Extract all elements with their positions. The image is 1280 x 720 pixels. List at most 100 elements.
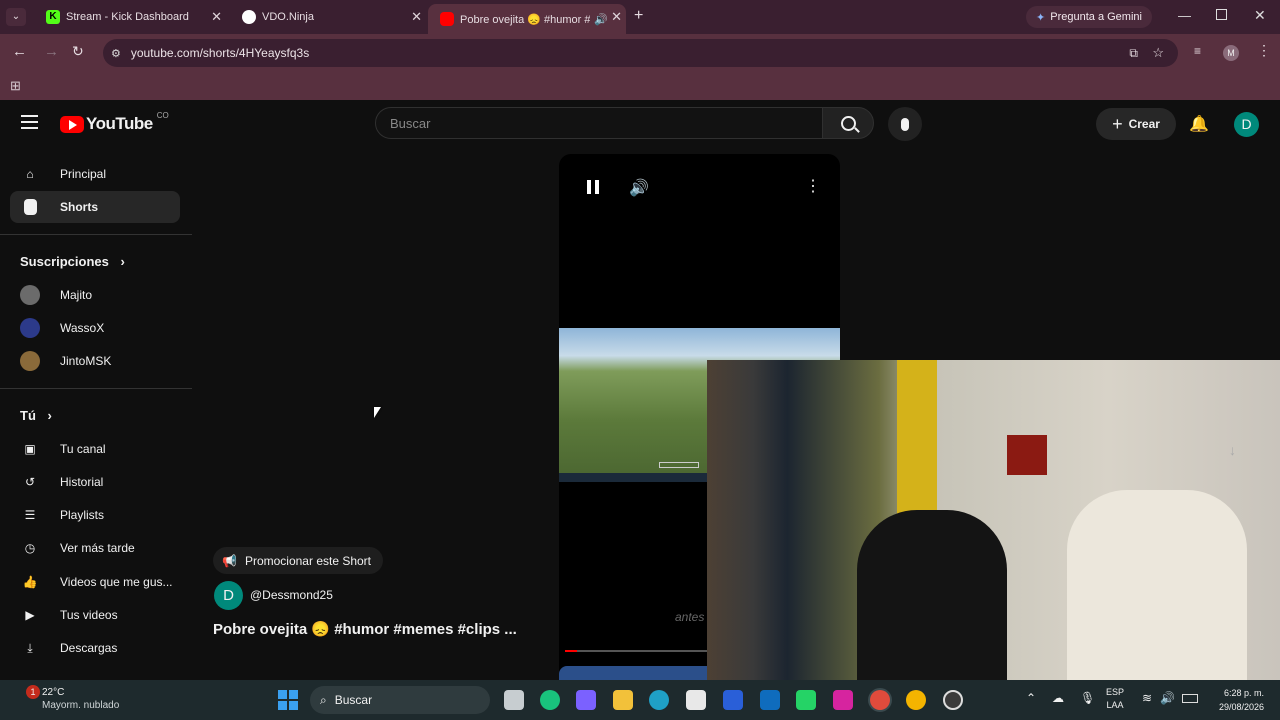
- create-button[interactable]: + Crear: [1096, 108, 1176, 140]
- sidebar-item-principal[interactable]: ⌂ Principal: [10, 158, 180, 190]
- install-app-icon[interactable]: ⧉: [1129, 46, 1138, 61]
- wifi-icon[interactable]: ≋: [1142, 691, 1152, 705]
- app-icon[interactable]: [723, 690, 743, 710]
- task-view-icon[interactable]: [504, 690, 524, 710]
- address-bar[interactable]: ⚙ youtube.com/shorts/4HYeaysfq3s ⧉ ☆: [103, 39, 1178, 67]
- divider: [0, 234, 192, 235]
- subscription-majito[interactable]: Majito: [10, 279, 180, 311]
- copilot-icon[interactable]: [576, 690, 596, 710]
- reading-list-icon[interactable]: ≡: [1194, 44, 1201, 58]
- hamburger-menu-icon[interactable]: [21, 115, 38, 129]
- sidebar-item-descargas[interactable]: ⤓ Descargas: [10, 632, 180, 664]
- sidebar-item-label: Shorts: [60, 200, 99, 214]
- chrome-icon[interactable]: [870, 690, 890, 710]
- speaker-icon[interactable]: 🔊: [594, 13, 608, 26]
- channel-avatar[interactable]: D: [214, 581, 243, 610]
- tab-vdo-ninja[interactable]: VDO.Ninja ✕: [230, 4, 426, 30]
- back-icon[interactable]: ←: [12, 43, 27, 60]
- store-icon[interactable]: [686, 690, 706, 710]
- more-options-icon[interactable]: ⋮: [805, 176, 821, 196]
- you-heading[interactable]: Tú ›: [20, 408, 52, 423]
- microphone-tray-icon[interactable]: 🎙: [1080, 691, 1095, 705]
- apps-grid-icon[interactable]: ⊞: [10, 78, 21, 94]
- weather-widget[interactable]: 1 22°C Mayorm. nublado: [20, 685, 160, 715]
- avatar: [20, 351, 40, 371]
- show-hidden-icons-icon[interactable]: ⌃: [1026, 691, 1036, 705]
- youtube-header: YouTube CO Buscar + Crear 🔔 D: [0, 100, 1280, 150]
- whatsapp-icon[interactable]: [796, 690, 816, 710]
- sidebar-item-historial[interactable]: ↺ Historial: [10, 466, 180, 498]
- gemini-label: Pregunta a Gemini: [1050, 11, 1142, 23]
- video-overlay-text: antes: [675, 610, 705, 624]
- battery-icon[interactable]: [1182, 694, 1198, 703]
- pause-icon[interactable]: [587, 180, 599, 194]
- close-window-icon[interactable]: ✕: [1254, 7, 1266, 24]
- site-info-icon[interactable]: ⚙: [111, 47, 121, 60]
- forward-icon[interactable]: →: [44, 43, 59, 60]
- lang-top: ESP: [1106, 687, 1125, 697]
- gemini-button[interactable]: ✦ Pregunta a Gemini: [1026, 6, 1152, 28]
- vdo-ninja-icon: [242, 10, 256, 24]
- start-button[interactable]: [278, 690, 298, 710]
- tab-youtube-short[interactable]: Pobre ovejita 😞 #humor # 🔊 ✕: [428, 4, 626, 34]
- volume-tray-icon[interactable]: 🔊: [1160, 691, 1175, 705]
- outlook-icon[interactable]: [760, 690, 780, 710]
- shorts-icon: [20, 197, 40, 217]
- promote-label: Promocionar este Short: [244, 553, 372, 568]
- heading-text: Suscripciones: [20, 254, 109, 269]
- tab-kick-dashboard[interactable]: K Stream - Kick Dashboard ✕: [34, 4, 226, 30]
- subscriptions-heading[interactable]: Suscripciones ›: [20, 254, 125, 269]
- youtube-logo[interactable]: YouTube CO: [60, 111, 169, 134]
- search-input[interactable]: Buscar: [375, 107, 823, 139]
- chatgpt-app-icon[interactable]: [540, 690, 560, 710]
- sidebar-item-videos-me-gustan[interactable]: 👍 Videos que me gus...: [10, 566, 180, 598]
- channel-handle[interactable]: @Dessmond25: [250, 588, 333, 602]
- sidebar-item-playlists[interactable]: ☰ Playlists: [10, 499, 180, 531]
- instagram-icon[interactable]: [833, 690, 853, 710]
- sidebar-item-shorts[interactable]: Shorts: [10, 191, 180, 223]
- youtube-play-logo-icon: [60, 115, 84, 133]
- tab-search-button[interactable]: ⌄: [6, 8, 26, 26]
- tab-title: VDO.Ninja: [262, 11, 314, 23]
- edge-icon[interactable]: [649, 690, 669, 710]
- gemini-star-icon: ✦: [1036, 11, 1046, 24]
- minimize-window-icon[interactable]: —: [1178, 8, 1191, 23]
- sidebar-item-tu-canal[interactable]: ▣ Tu canal: [10, 433, 180, 465]
- sidebar-item-label: Ver más tarde: [60, 541, 135, 555]
- bookmark-star-icon[interactable]: ☆: [1152, 45, 1164, 61]
- chrome-profile-icon[interactable]: [906, 690, 926, 710]
- browser-menu-icon[interactable]: ⋮: [1257, 42, 1271, 59]
- voice-search-button[interactable]: [888, 107, 922, 141]
- notifications-bell-icon[interactable]: 🔔: [1189, 114, 1209, 134]
- sidebar-item-ver-mas-tarde[interactable]: ◷ Ver más tarde: [10, 532, 180, 564]
- subscription-label: Majito: [60, 288, 93, 302]
- account-avatar[interactable]: D: [1234, 112, 1259, 137]
- clock[interactable]: 6:28 p. m. 29/08/2026: [1208, 686, 1264, 714]
- sidebar-item-tus-videos[interactable]: ▶ Tus videos: [10, 599, 180, 631]
- volume-icon[interactable]: 🔊: [629, 178, 649, 198]
- scroll-down-icon[interactable]: ↓: [1229, 442, 1236, 458]
- progress-bar[interactable]: [565, 650, 713, 652]
- short-title: Pobre ovejita 😞 #humor #memes #clips ...: [213, 621, 517, 638]
- maximize-window-icon[interactable]: [1216, 9, 1227, 20]
- taskbar-search[interactable]: ⌕ Buscar: [310, 686, 490, 714]
- language-indicator[interactable]: ESP LAA: [1106, 686, 1124, 712]
- file-explorer-icon[interactable]: [613, 690, 633, 710]
- subscription-wassox[interactable]: WassoX: [10, 312, 180, 344]
- promote-short-button[interactable]: 📢 Promocionar este Short: [213, 547, 383, 574]
- chevron-right-icon: ›: [120, 254, 125, 269]
- tab-title: Pobre ovejita 😞 #humor #: [460, 13, 590, 26]
- close-tab-icon[interactable]: ✕: [611, 9, 622, 25]
- reload-icon[interactable]: ↻: [72, 43, 84, 60]
- new-tab-button[interactable]: +: [634, 7, 643, 25]
- close-tab-icon[interactable]: ✕: [211, 9, 222, 25]
- onedrive-icon[interactable]: ☁: [1052, 691, 1064, 705]
- plus-icon: +: [1112, 113, 1123, 134]
- home-icon: ⌂: [26, 167, 34, 181]
- obs-icon[interactable]: [943, 690, 963, 710]
- close-tab-icon[interactable]: ✕: [411, 9, 422, 25]
- subscription-jintomsk[interactable]: JintoMSK: [10, 345, 180, 377]
- sidebar-item-label: Playlists: [60, 508, 105, 522]
- profile-avatar[interactable]: M: [1223, 45, 1239, 61]
- search-button[interactable]: [822, 107, 874, 139]
